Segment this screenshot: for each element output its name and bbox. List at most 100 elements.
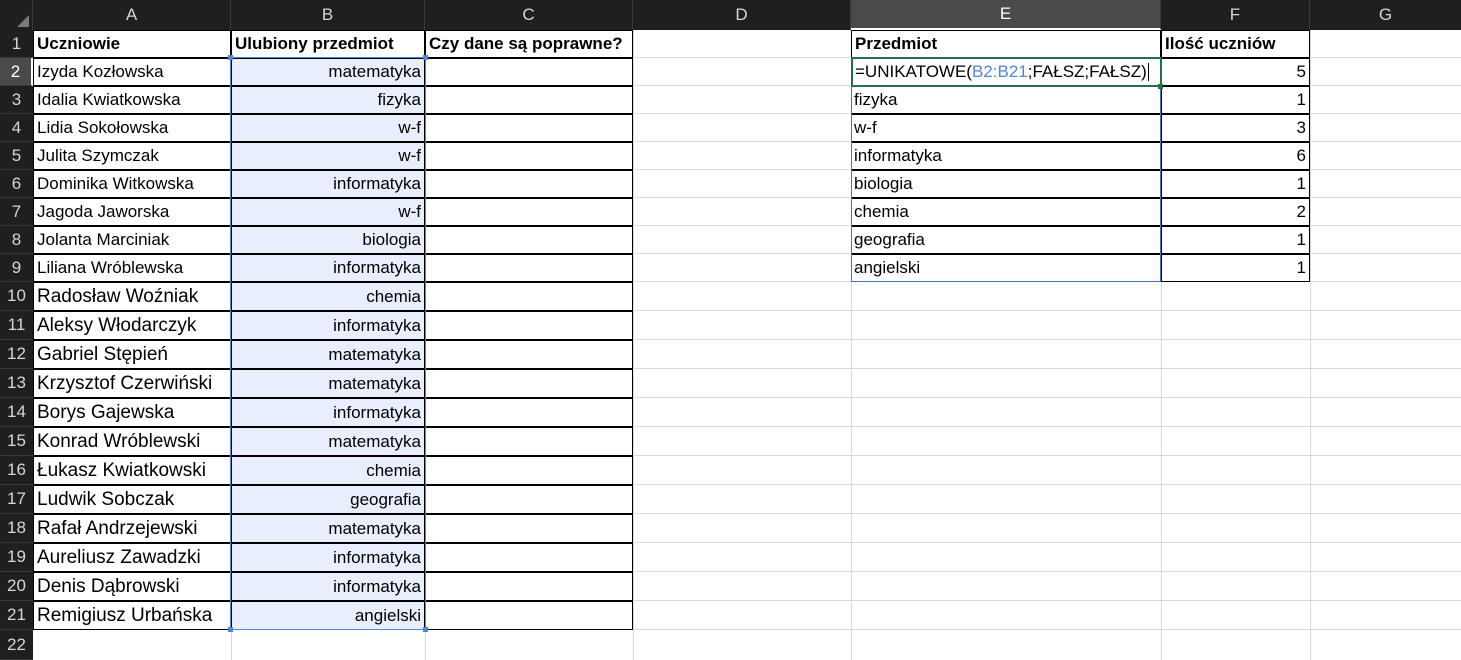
cell-e7-unique-subject[interactable]: chemia [851, 198, 1161, 226]
cell-c21-check[interactable] [425, 601, 633, 630]
cell-e8-unique-subject[interactable]: geografia [851, 226, 1161, 254]
row-header-15[interactable]: 15 [0, 427, 33, 456]
cell-f9-count[interactable]: 1 [1161, 254, 1310, 282]
cell-a11-student[interactable]: Aleksy Włodarczyk [33, 311, 231, 340]
range-handle-top-left[interactable] [228, 55, 233, 60]
cell-f4-count[interactable]: 3 [1161, 114, 1310, 142]
cell-a10-student[interactable]: Radosław Woźniak [33, 282, 231, 311]
row-header-16[interactable]: 16 [0, 456, 33, 485]
cell-a3-student[interactable]: Idalia Kwiatkowska [33, 86, 231, 114]
cell-c4-check[interactable] [425, 114, 633, 142]
row-header-5[interactable]: 5 [0, 142, 33, 170]
column-header-e[interactable]: E [851, 0, 1161, 30]
row-header-17[interactable]: 17 [0, 485, 33, 514]
cell-a4-student[interactable]: Lidia Sokołowska [33, 114, 231, 142]
cell-b5-subject[interactable]: w-f [231, 142, 425, 170]
cell-b15-subject[interactable]: matematyka [231, 427, 425, 456]
cell-c5-check[interactable] [425, 142, 633, 170]
range-handle-bottom-left[interactable] [228, 627, 233, 632]
cell-a6-student[interactable]: Dominika Witkowska [33, 170, 231, 198]
cell-c11-check[interactable] [425, 311, 633, 340]
row-header-21[interactable]: 21 [0, 601, 33, 630]
cell-c18-check[interactable] [425, 514, 633, 543]
cell-a2-student[interactable]: Izyda Kozłowska [33, 58, 231, 86]
cell-a21-student[interactable]: Remigiusz Urbańska [33, 601, 231, 630]
row-header-9[interactable]: 9 [0, 254, 33, 282]
cell-c1-header-check[interactable]: Czy dane są poprawne? [425, 30, 633, 58]
cell-a12-student[interactable]: Gabriel Stępień [33, 340, 231, 369]
cell-b4-subject[interactable]: w-f [231, 114, 425, 142]
cell-f7-count[interactable]: 2 [1161, 198, 1310, 226]
cell-f8-count[interactable]: 1 [1161, 226, 1310, 254]
cell-b1-header-subject[interactable]: Ulubiony przedmiot [231, 30, 425, 58]
column-header-f[interactable]: F [1161, 0, 1310, 30]
row-header-20[interactable]: 20 [0, 572, 33, 601]
cell-f3-count[interactable]: 1 [1161, 86, 1310, 114]
cell-a18-student[interactable]: Rafał Andrzejewski [33, 514, 231, 543]
row-header-10[interactable]: 10 [0, 282, 33, 311]
column-header-g[interactable]: G [1310, 0, 1461, 30]
cell-e3-unique-subject[interactable]: fizyka [851, 86, 1161, 114]
cell-c3-check[interactable] [425, 86, 633, 114]
cell-e2-formula-editor[interactable]: =UNIKATOWE(B2:B21 ;FAŁSZ;FAŁSZ) [851, 57, 1162, 87]
cell-a9-student[interactable]: Liliana Wróblewska [33, 254, 231, 282]
cell-a7-student[interactable]: Jagoda Jaworska [33, 198, 231, 226]
row-header-14[interactable]: 14 [0, 398, 33, 427]
cell-e6-unique-subject[interactable]: biologia [851, 170, 1161, 198]
cell-b9-subject[interactable]: informatyka [231, 254, 425, 282]
cell-e1-header-subject[interactable]: Przedmiot [851, 30, 1161, 58]
cell-a20-student[interactable]: Denis Dąbrowski [33, 572, 231, 601]
cell-f6-count[interactable]: 1 [1161, 170, 1310, 198]
cell-c20-check[interactable] [425, 572, 633, 601]
row-header-6[interactable]: 6 [0, 170, 33, 198]
select-all-corner[interactable] [0, 0, 33, 30]
cell-b10-subject[interactable]: chemia [231, 282, 425, 311]
cell-b6-subject[interactable]: informatyka [231, 170, 425, 198]
cell-a8-student[interactable]: Jolanta Marciniak [33, 226, 231, 254]
fill-handle[interactable] [1158, 84, 1163, 89]
column-header-c[interactable]: C [425, 0, 633, 30]
row-header-3[interactable]: 3 [0, 86, 33, 114]
row-header-1[interactable]: 1 [0, 30, 33, 58]
cell-c12-check[interactable] [425, 340, 633, 369]
cell-b8-subject[interactable]: biologia [231, 226, 425, 254]
cell-b12-subject[interactable]: matematyka [231, 340, 425, 369]
cell-f1-header-count[interactable]: Ilość uczniów [1161, 30, 1310, 58]
cell-b3-subject[interactable]: fizyka [231, 86, 425, 114]
row-header-22[interactable]: 22 [0, 630, 33, 660]
cell-e4-unique-subject[interactable]: w-f [851, 114, 1161, 142]
cell-a19-student[interactable]: Aureliusz Zawadzki [33, 543, 231, 572]
row-header-7[interactable]: 7 [0, 198, 33, 226]
cell-a13-student[interactable]: Krzysztof Czerwiński [33, 369, 231, 398]
cell-c10-check[interactable] [425, 282, 633, 311]
column-header-a[interactable]: A [33, 0, 231, 30]
cell-c19-check[interactable] [425, 543, 633, 572]
cell-b13-subject[interactable]: matematyka [231, 369, 425, 398]
cell-b11-subject[interactable]: informatyka [231, 311, 425, 340]
row-header-19[interactable]: 19 [0, 543, 33, 572]
cell-b17-subject[interactable]: geografia [231, 485, 425, 514]
row-header-18[interactable]: 18 [0, 514, 33, 543]
cell-f5-count[interactable]: 6 [1161, 142, 1310, 170]
column-header-d[interactable]: D [633, 0, 851, 30]
row-header-11[interactable]: 11 [0, 311, 33, 340]
row-header-13[interactable]: 13 [0, 369, 33, 398]
cell-a14-student[interactable]: Borys Gajewska [33, 398, 231, 427]
range-handle-top-right[interactable] [423, 55, 428, 60]
cell-e5-unique-subject[interactable]: informatyka [851, 142, 1161, 170]
cell-c8-check[interactable] [425, 226, 633, 254]
cell-c16-check[interactable] [425, 456, 633, 485]
cell-b14-subject[interactable]: informatyka [231, 398, 425, 427]
cell-c2-check[interactable] [425, 58, 633, 86]
cell-a15-student[interactable]: Konrad Wróblewski [33, 427, 231, 456]
cell-a1-header-students[interactable]: Uczniowie [33, 30, 231, 58]
cell-b16-subject[interactable]: chemia [231, 456, 425, 485]
cell-f2-count[interactable]: 5 [1161, 58, 1310, 86]
cell-c13-check[interactable] [425, 369, 633, 398]
cell-a5-student[interactable]: Julita Szymczak [33, 142, 231, 170]
cell-b21-subject[interactable]: angielski [231, 601, 425, 630]
cell-c6-check[interactable] [425, 170, 633, 198]
row-header-12[interactable]: 12 [0, 340, 33, 369]
cell-c7-check[interactable] [425, 198, 633, 226]
cell-b18-subject[interactable]: matematyka [231, 514, 425, 543]
